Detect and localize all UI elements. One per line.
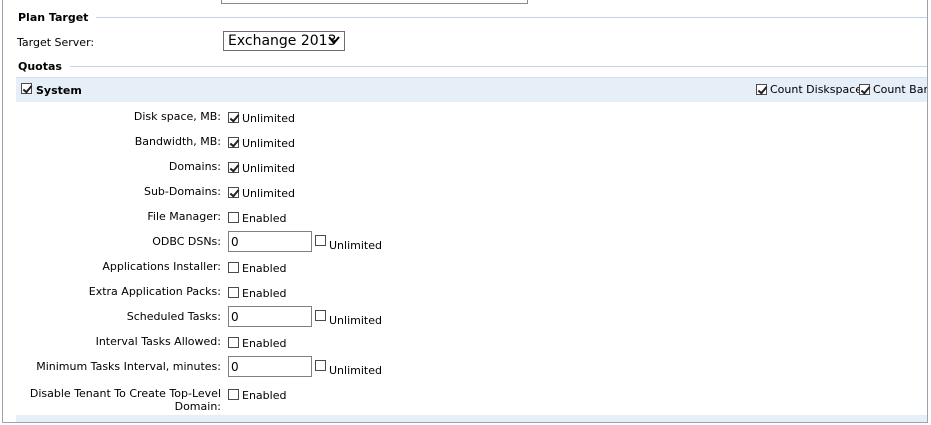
system-checkbox[interactable] — [21, 83, 32, 94]
count-bandwidth-label: Count Band — [873, 83, 927, 96]
plan-target-title: Plan Target — [18, 11, 89, 24]
section-divider — [69, 66, 927, 67]
quota-control: Unlimited — [228, 184, 295, 200]
section-divider — [96, 17, 927, 18]
unlimited-option[interactable]: Unlimited — [315, 306, 382, 327]
unlimited-checkbox[interactable] — [228, 186, 239, 198]
quota-control: Enabled — [228, 386, 286, 402]
quota-row: Scheduled Tasks: 0 Unlimited — [3, 304, 927, 327]
quota-row: ODBC DSNs: 0 Unlimited — [3, 229, 927, 252]
count-bandwidth-option[interactable]: Count Band — [859, 83, 927, 96]
quota-row: Disk space, MB: Unlimited — [3, 107, 927, 127]
quota-value: 0 — [231, 234, 239, 249]
quota-row: File Manager: Enabled — [3, 207, 927, 227]
quota-label: Scheduled Tasks: — [126, 310, 221, 323]
quota-control: 0 Unlimited — [228, 356, 382, 377]
quota-label: ODBC DSNs: — [152, 235, 221, 248]
checkbox-label: Enabled — [242, 262, 287, 275]
checkbox-label: Enabled — [242, 287, 287, 300]
target-server-label: Target Server: — [17, 36, 95, 49]
quota-control: 0 Unlimited — [228, 231, 382, 252]
checkbox-label: Unlimited — [242, 137, 295, 150]
quota-label: Sub-Domains: — [143, 185, 221, 198]
quota-label: Applications Installer: — [102, 260, 221, 273]
quota-row: Bandwidth, MB: Unlimited — [3, 132, 927, 152]
checkbox-label: Unlimited — [329, 364, 382, 377]
system-group-label: System — [36, 84, 82, 97]
plan-target-section-header: Plan Target — [18, 11, 927, 24]
checkbox-label: Unlimited — [329, 239, 382, 252]
checkbox-label: Enabled — [242, 337, 287, 350]
quota-control: Enabled — [228, 284, 286, 300]
next-group-bar — [16, 415, 927, 422]
chevron-down-icon — [328, 33, 340, 50]
quota-control: 0 Unlimited — [228, 306, 382, 327]
quota-control: Unlimited — [228, 109, 295, 125]
quota-control: Enabled — [228, 209, 286, 225]
unlimited-checkbox[interactable] — [315, 309, 326, 321]
unlimited-checkbox[interactable] — [228, 111, 239, 123]
quota-row: Applications Installer: Enabled — [3, 257, 927, 277]
count-diskspace-option[interactable]: Count Diskspace — [756, 83, 862, 96]
quota-label: Disk space, MB: — [133, 110, 221, 123]
quota-control: Unlimited — [228, 159, 295, 175]
enabled-checkbox[interactable] — [228, 211, 239, 223]
unlimited-checkbox[interactable] — [315, 234, 326, 246]
top-text-field[interactable] — [221, 0, 528, 4]
count-diskspace-checkbox[interactable] — [756, 84, 767, 95]
quota-label: Domains: — [168, 160, 221, 173]
quota-control: Unlimited — [228, 134, 295, 150]
target-server-value: Exchange 2013 — [228, 33, 337, 49]
quota-value-input[interactable]: 0 — [228, 231, 312, 252]
quota-value-input[interactable]: 0 — [228, 306, 312, 327]
enabled-checkbox[interactable] — [228, 261, 239, 273]
unlimited-checkbox[interactable] — [228, 161, 239, 173]
quota-label: File Manager: — [147, 210, 221, 223]
quota-label: Minimum Tasks Interval, minutes: — [36, 360, 221, 373]
count-bandwidth-checkbox[interactable] — [859, 84, 870, 95]
checkbox-label: Unlimited — [242, 112, 295, 125]
quota-row: Domains: Unlimited — [3, 157, 927, 177]
quota-label: Disable Tenant To Create Top-Level Domai… — [29, 387, 221, 413]
checkbox-label: Enabled — [242, 212, 287, 225]
window-frame: Plan Target Target Server: Exchange 2013… — [2, 0, 928, 423]
target-server-select[interactable]: Exchange 2013 — [223, 31, 345, 51]
quota-row: Extra Application Packs: Enabled — [3, 282, 927, 302]
unlimited-checkbox[interactable] — [315, 359, 326, 371]
unlimited-option[interactable]: Unlimited — [315, 231, 382, 252]
quotas-section-header: Quotas — [18, 60, 927, 73]
enabled-checkbox[interactable] — [228, 286, 239, 298]
quota-control: Enabled — [228, 259, 286, 275]
enabled-checkbox[interactable] — [228, 388, 239, 400]
checkbox-label: Unlimited — [242, 162, 295, 175]
quota-control: Enabled — [228, 334, 286, 350]
quota-label: Extra Application Packs: — [88, 285, 221, 298]
system-group-bar: System Count Diskspace Count Band — [16, 77, 927, 102]
checkbox-label: Unlimited — [329, 314, 382, 327]
quota-value: 0 — [231, 359, 239, 374]
quota-row: Sub-Domains: Unlimited — [3, 182, 927, 202]
enabled-checkbox[interactable] — [228, 336, 239, 348]
count-diskspace-label: Count Diskspace — [770, 83, 863, 96]
quota-row: Disable Tenant To Create Top-Level Domai… — [3, 384, 927, 413]
checkbox-label: Enabled — [242, 389, 287, 402]
quotas-title: Quotas — [18, 60, 62, 73]
quota-row: Minimum Tasks Interval, minutes: 0 Unlimit… — [3, 354, 927, 377]
checkbox-label: Unlimited — [242, 187, 295, 200]
quota-label: Interval Tasks Allowed: — [95, 335, 221, 348]
quota-row: Interval Tasks Allowed: Enabled — [3, 332, 927, 352]
quota-label: Bandwidth, MB: — [134, 135, 221, 148]
quota-value-input[interactable]: 0 — [228, 356, 312, 377]
quota-value: 0 — [231, 309, 239, 324]
unlimited-option[interactable]: Unlimited — [315, 356, 382, 377]
unlimited-checkbox[interactable] — [228, 136, 239, 148]
